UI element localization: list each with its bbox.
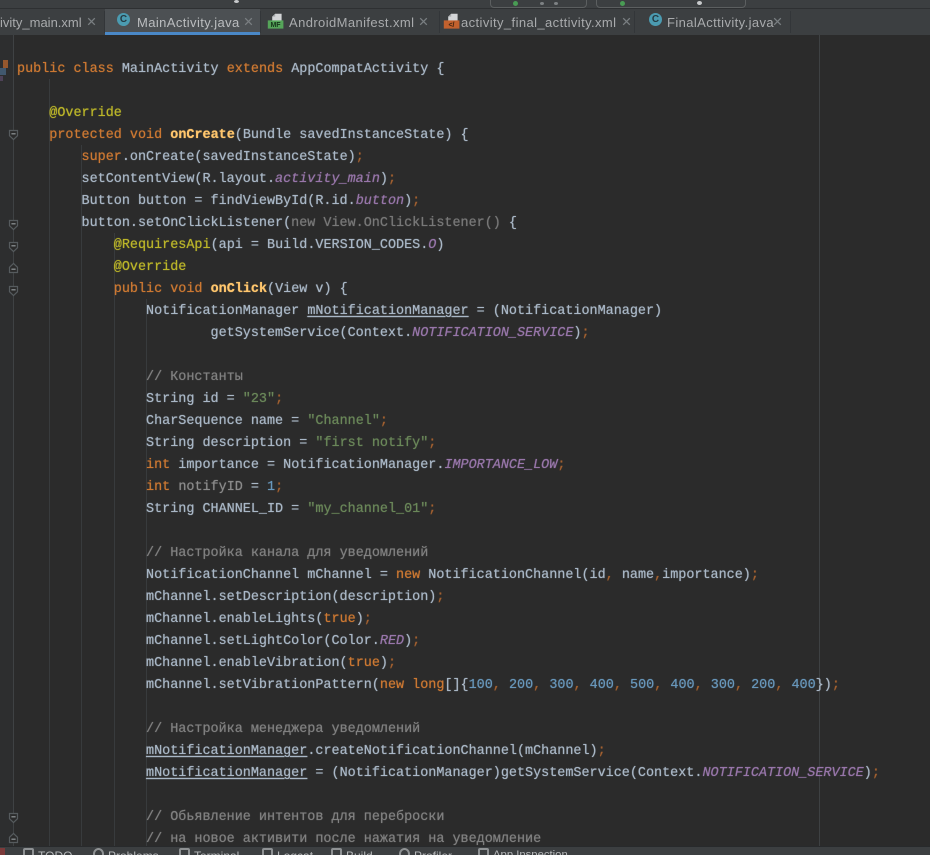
svg-text:MF: MF [270,22,281,29]
svg-text:</: </ [448,22,454,29]
